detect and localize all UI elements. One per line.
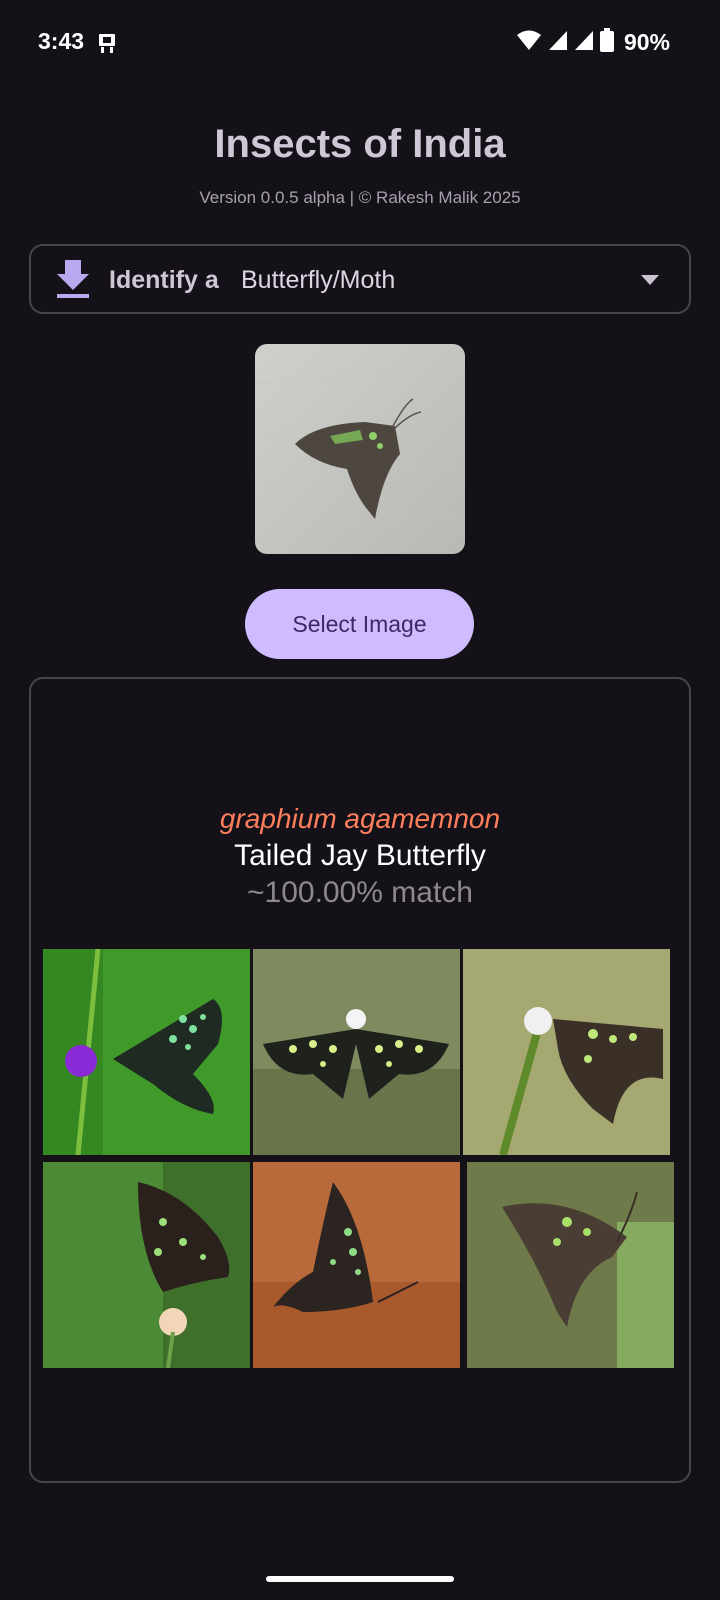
identify-dropdown[interactable]: Identify a Butterfly/Moth <box>29 244 691 314</box>
app-screen: 3:43 90% Insects of India Version 0.0.5 … <box>0 0 720 1600</box>
status-icons: 90% <box>516 28 670 57</box>
common-name: Tailed Jay Butterfly <box>234 839 486 872</box>
gallery-photo-3[interactable] <box>463 949 670 1155</box>
gallery-photo-4[interactable] <box>43 1162 250 1368</box>
identify-label: Identify a <box>109 266 219 294</box>
notification-icon <box>96 32 118 54</box>
gallery-photo-2[interactable] <box>253 949 460 1155</box>
scientific-name: graphium agamemnon <box>219 803 501 834</box>
signal-icon-2 <box>574 29 594 56</box>
identify-selected-value: Butterfly/Moth <box>241 266 396 294</box>
selected-image-preview[interactable] <box>255 344 465 554</box>
battery-percent: 90% <box>623 29 670 55</box>
gallery-photo-6[interactable] <box>467 1162 674 1368</box>
app-version: Version 0.0.5 alpha | © Rakesh Malik 202… <box>199 188 521 207</box>
gallery-photo-5[interactable] <box>253 1162 460 1368</box>
download-icon <box>53 258 93 300</box>
wifi-icon <box>516 29 542 56</box>
chevron-down-icon <box>641 275 659 285</box>
status-bar: 3:43 90% <box>0 0 720 88</box>
battery-icon <box>599 28 614 57</box>
result-card: graphium agamemnon Tailed Jay Butterfly … <box>29 677 691 1483</box>
gallery-photo-1[interactable] <box>43 949 250 1155</box>
select-image-button[interactable]: Select Image <box>245 589 474 659</box>
gesture-nav-handle[interactable] <box>266 1576 454 1582</box>
signal-icon <box>548 29 568 56</box>
app-title: Insects of India <box>214 122 506 166</box>
status-time: 3:43 <box>38 28 85 54</box>
match-percentage: ~100.00% match <box>247 876 473 909</box>
